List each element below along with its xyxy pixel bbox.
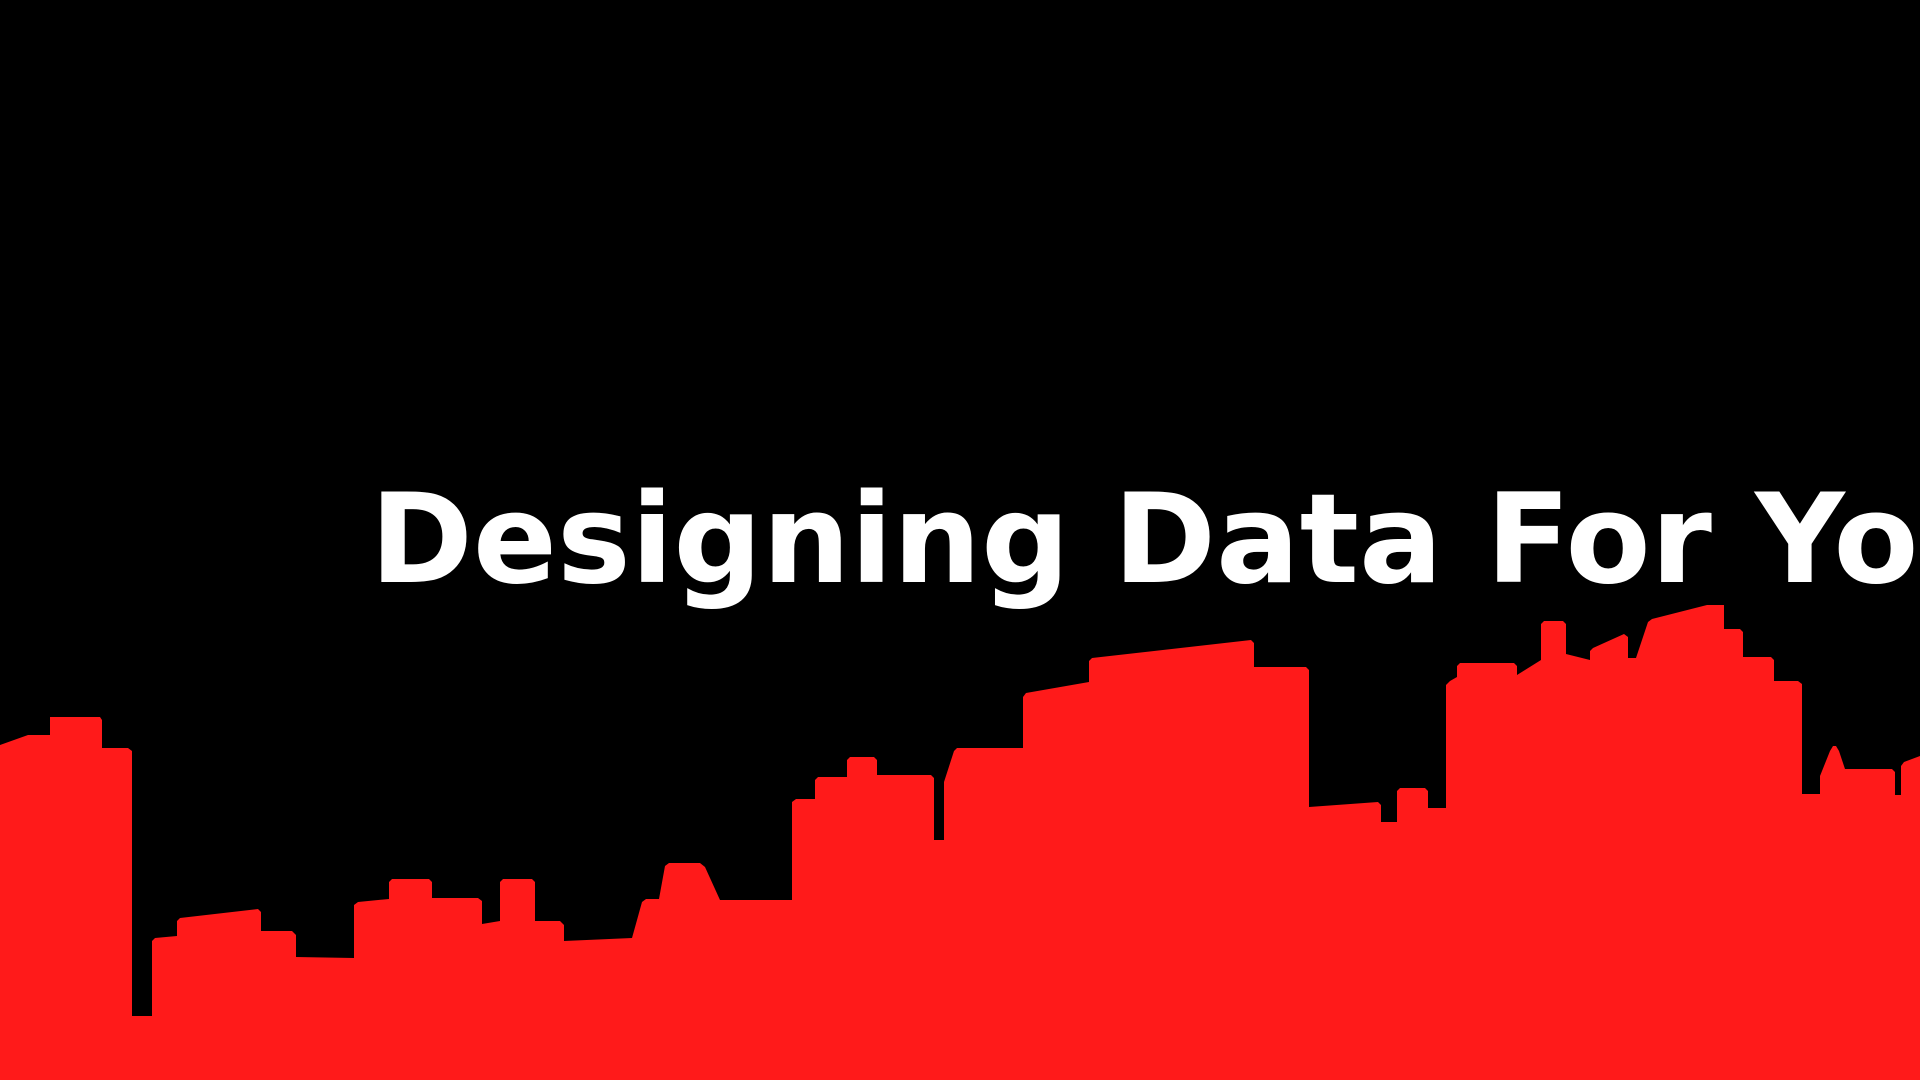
slide-title: Designing Data For You: [370, 468, 1920, 612]
skyline-silhouette: [0, 605, 1920, 1080]
title-slide: Designing Data For You: [0, 0, 1920, 1080]
